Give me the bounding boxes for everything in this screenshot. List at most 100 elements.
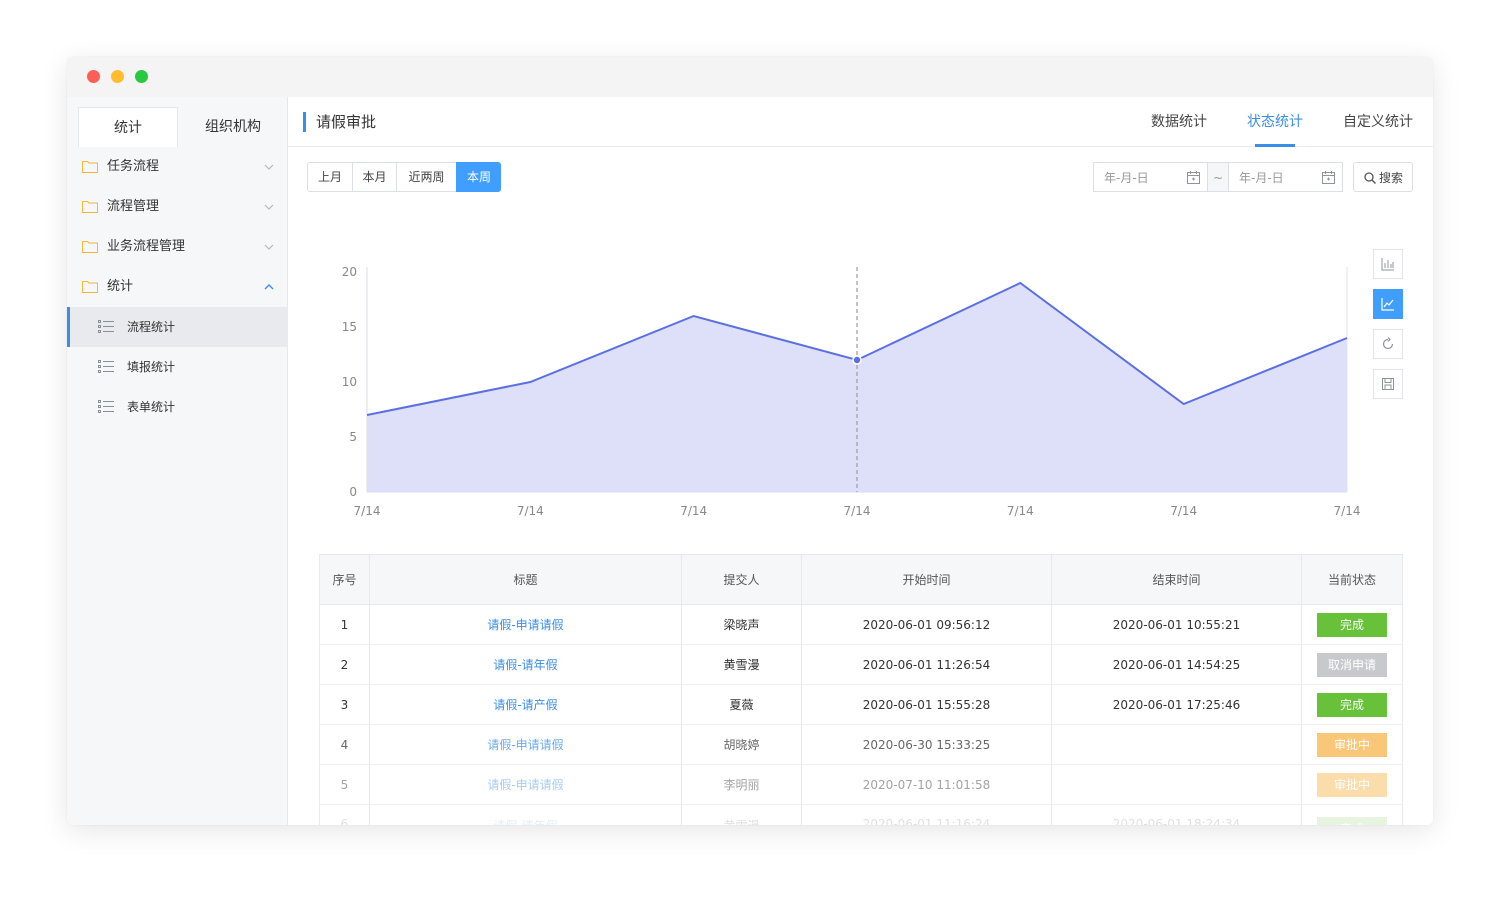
sidebar-tab-org[interactable]: 组织机构 bbox=[178, 107, 288, 147]
y-tick-label: 5 bbox=[349, 430, 357, 444]
save-icon bbox=[1382, 378, 1394, 390]
refresh-chart-button[interactable] bbox=[1373, 329, 1403, 359]
start-date-input[interactable]: 年-月-日 bbox=[1093, 162, 1208, 192]
cell-title-link[interactable]: 请假-申请请假 bbox=[369, 764, 682, 805]
menu-item-label: 统计 bbox=[107, 279, 134, 294]
column-header-status[interactable]: 当前状态 bbox=[1301, 554, 1403, 605]
cell-status: 完成 bbox=[1301, 804, 1403, 825]
active-tab-underline bbox=[1255, 144, 1295, 147]
minimize-window-button[interactable] bbox=[111, 70, 124, 83]
tab-custom-stats[interactable]: 自定义统计 bbox=[1343, 112, 1413, 132]
end-date-placeholder: 年-月-日 bbox=[1239, 171, 1284, 185]
chevron-down-icon bbox=[264, 244, 274, 250]
cell-status: 审批中 bbox=[1301, 764, 1403, 805]
table-row[interactable]: 6 请假-请年假 黄雪漫 2020-06-01 11:16:24 2020-06… bbox=[319, 804, 1403, 825]
cell-submitter: 夏薇 bbox=[681, 684, 802, 725]
page-title: 请假审批 bbox=[316, 113, 377, 131]
period-this-week-button[interactable]: 本周 bbox=[456, 162, 501, 192]
cell-status: 审批中 bbox=[1301, 724, 1403, 765]
cell-start-time: 2020-06-30 15:33:25 bbox=[801, 724, 1052, 765]
tab-data-stats[interactable]: 数据统计 bbox=[1151, 112, 1207, 132]
cell-submitter: 黄雪漫 bbox=[681, 804, 802, 825]
menu-item-label: 业务流程管理 bbox=[107, 239, 186, 254]
table-row[interactable]: 4 请假-申请请假 胡晓婷 2020-06-30 15:33:25 审批中 bbox=[319, 724, 1403, 765]
y-tick-label: 10 bbox=[342, 375, 357, 389]
bar-chart-icon bbox=[1381, 258, 1394, 271]
column-header-submitter[interactable]: 提交人 bbox=[681, 554, 802, 605]
end-date-input[interactable]: 年-月-日 bbox=[1228, 162, 1343, 192]
title-accent-bar bbox=[303, 112, 306, 132]
cell-end-time bbox=[1051, 764, 1302, 805]
area-chart: 0 5 10 15 20 7/14 7/14 7/14 7/14 7/14 7/14 7/14 bbox=[342, 265, 1361, 518]
status-badge: 完成 bbox=[1317, 692, 1387, 717]
cell-start-time: 2020-06-01 11:16:24 bbox=[801, 804, 1052, 825]
cell-title-link[interactable]: 请假-请年假 bbox=[369, 804, 682, 825]
maximize-window-button[interactable] bbox=[135, 70, 148, 83]
save-chart-button[interactable] bbox=[1373, 369, 1403, 399]
date-range-separator: ~ bbox=[1208, 162, 1228, 192]
x-tick-label: 7/14 bbox=[517, 504, 544, 518]
main-header: 请假审批 数据统计 状态统计 自定义统计 bbox=[288, 97, 1433, 147]
period-selector: 上月 本月 近两周 本周 bbox=[307, 162, 501, 192]
x-tick-label: 7/14 bbox=[354, 504, 381, 518]
y-tick-label: 0 bbox=[349, 485, 357, 499]
sub-item-label: 填报统计 bbox=[127, 360, 176, 374]
cell-title-link[interactable]: 请假-请产假 bbox=[369, 684, 682, 725]
period-two-weeks-button[interactable]: 近两周 bbox=[396, 162, 456, 192]
list-icon bbox=[98, 400, 114, 413]
sub-item-flow-stats[interactable]: 流程统计 bbox=[67, 307, 288, 347]
line-chart-toggle[interactable] bbox=[1373, 289, 1403, 319]
menu-item-statistics[interactable]: 统计 bbox=[67, 267, 288, 307]
status-badge: 完成 bbox=[1317, 612, 1387, 637]
menu-item-label: 流程管理 bbox=[107, 199, 160, 214]
cell-title-link[interactable]: 请假-申请请假 bbox=[369, 724, 682, 765]
cell-status: 完成 bbox=[1301, 604, 1403, 645]
cell-start-time: 2020-06-01 15:55:28 bbox=[801, 684, 1052, 725]
cell-no: 6 bbox=[319, 804, 370, 825]
folder-icon bbox=[82, 201, 98, 213]
cell-end-time bbox=[1051, 724, 1302, 765]
bar-chart-toggle[interactable] bbox=[1373, 249, 1403, 279]
sub-item-fill-stats[interactable]: 填报统计 bbox=[67, 347, 288, 387]
search-button[interactable]: 搜索 bbox=[1353, 162, 1413, 192]
close-window-button[interactable] bbox=[87, 70, 100, 83]
period-last-month-button[interactable]: 上月 bbox=[307, 162, 352, 192]
folder-icon bbox=[82, 161, 98, 173]
tab-status-stats[interactable]: 状态统计 bbox=[1247, 112, 1303, 132]
approval-table: 序号 标题 提交人 开始时间 结束时间 当前状态 1 请假-申请请假 梁晓声 2… bbox=[319, 554, 1403, 825]
cell-submitter: 梁晓声 bbox=[681, 604, 802, 645]
menu-item-flow-manage[interactable]: 流程管理 bbox=[67, 187, 288, 227]
table-row[interactable]: 3 请假-请产假 夏薇 2020-06-01 15:55:28 2020-06-… bbox=[319, 684, 1403, 725]
sub-item-form-stats[interactable]: 表单统计 bbox=[67, 387, 288, 427]
chevron-up-icon bbox=[264, 284, 274, 290]
cell-no: 1 bbox=[319, 604, 370, 645]
column-header-title[interactable]: 标题 bbox=[369, 554, 682, 605]
table-row[interactable]: 2 请假-请年假 黄雪漫 2020-06-01 11:26:54 2020-06… bbox=[319, 644, 1403, 685]
column-header-start-time[interactable]: 开始时间 bbox=[801, 554, 1052, 605]
table-row[interactable]: 5 请假-申请请假 李明丽 2020-07-10 11:01:58 审批中 bbox=[319, 764, 1403, 805]
sidebar-tab-stats[interactable]: 统计 bbox=[78, 107, 178, 147]
table-row[interactable]: 1 请假-申请请假 梁晓声 2020-06-01 09:56:12 2020-0… bbox=[319, 604, 1403, 645]
data-point-highlight bbox=[852, 355, 862, 365]
column-header-end-time[interactable]: 结束时间 bbox=[1051, 554, 1302, 605]
cell-status: 完成 bbox=[1301, 684, 1403, 725]
list-icon bbox=[98, 360, 114, 373]
period-this-month-button[interactable]: 本月 bbox=[352, 162, 396, 192]
folder-icon bbox=[82, 241, 98, 253]
cell-start-time: 2020-06-01 11:26:54 bbox=[801, 644, 1052, 685]
folder-icon bbox=[82, 281, 98, 293]
menu-item-business-flow[interactable]: 业务流程管理 bbox=[67, 227, 288, 267]
y-tick-label: 15 bbox=[342, 320, 357, 334]
sub-item-label: 表单统计 bbox=[127, 400, 176, 414]
cell-title-link[interactable]: 请假-申请请假 bbox=[369, 604, 682, 645]
sidebar-menu: 任务流程 流程管理 业务流程管理 统计 流程统计 填报统计 表单统计 bbox=[67, 147, 288, 427]
x-tick-label: 7/14 bbox=[844, 504, 871, 518]
menu-item-task-flow[interactable]: 任务流程 bbox=[67, 147, 288, 187]
app-window: 统计 组织机构 任务流程 流程管理 业务流程管理 统计 流程统计 填报统计 表单… bbox=[67, 57, 1433, 825]
cell-title-link[interactable]: 请假-请年假 bbox=[369, 644, 682, 685]
calendar-icon bbox=[1322, 171, 1335, 184]
column-header-no[interactable]: 序号 bbox=[319, 554, 370, 605]
cell-end-time: 2020-06-01 18:24:34 bbox=[1051, 804, 1302, 825]
chevron-down-icon bbox=[264, 164, 274, 170]
sidebar-tabs: 统计 组织机构 bbox=[78, 107, 288, 147]
